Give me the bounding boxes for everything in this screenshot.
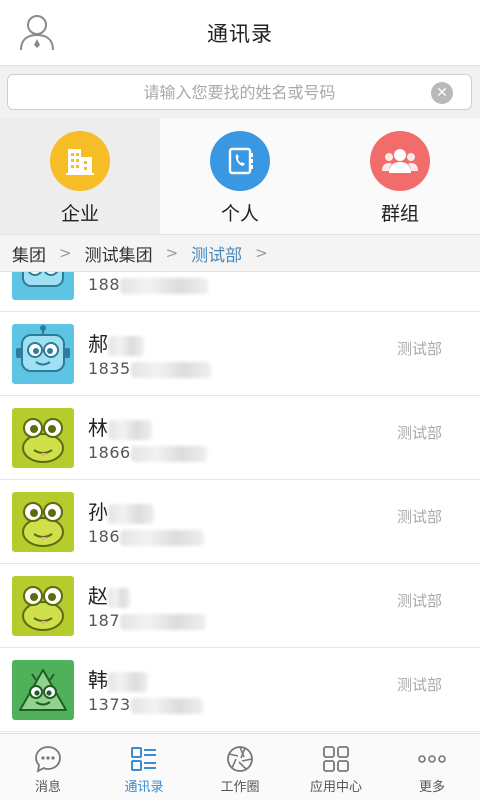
tab-label: 消息 — [34, 780, 61, 795]
tab-more[interactable]: 更多 — [384, 734, 480, 800]
breadcrumb-item-group[interactable]: 集团 — [12, 241, 46, 266]
breadcrumb-item-test-group[interactable]: 测试集团 — [85, 241, 153, 266]
frog-avatar-icon — [12, 576, 74, 636]
grid-apps-icon — [321, 744, 351, 774]
contact-row[interactable]: 林 1866 测试部 — [0, 396, 480, 480]
search-input[interactable] — [49, 82, 430, 102]
contacts-list-icon — [129, 744, 159, 774]
tab-label: 通讯录 — [124, 780, 164, 795]
tab-work-circle[interactable]: 工作圈 — [192, 734, 288, 800]
contact-phone: 1835 — [88, 359, 211, 378]
frog-avatar-icon — [12, 408, 74, 468]
building-icon — [50, 131, 110, 191]
contact-dept: 测试部 — [396, 592, 442, 610]
contact-row[interactable]: 188 — [0, 272, 480, 312]
contact-list[interactable]: 188 郝 1835 测试部 林 1866 测试部 孙 186 测试部 赵 18… — [0, 272, 480, 733]
category-label: 个人 — [220, 203, 259, 225]
chat-bubble-icon — [33, 744, 63, 774]
chevron-right-icon: > — [59, 244, 72, 262]
contact-phone: 187 — [88, 611, 207, 630]
contact-row[interactable]: 郝 1835 测试部 — [0, 312, 480, 396]
category-groups[interactable]: 群组 — [320, 118, 480, 234]
group-icon — [370, 131, 430, 191]
category-label: 群组 — [380, 203, 419, 225]
top-bar: 通讯录 — [0, 0, 480, 66]
contact-dept: 测试部 — [396, 424, 442, 442]
robot-avatar-icon — [12, 272, 74, 300]
tab-messages[interactable]: 消息 — [0, 734, 96, 800]
tab-label: 工作圈 — [220, 780, 260, 795]
contact-name: 孙 — [88, 496, 154, 525]
category-label: 企业 — [60, 203, 99, 225]
chevron-right-icon: > — [165, 244, 179, 262]
contact-name: 韩 — [88, 664, 148, 693]
aperture-icon — [225, 744, 255, 774]
chevron-right-icon: > — [255, 244, 268, 262]
category-personal[interactable]: 个人 — [160, 118, 320, 234]
page-title: 通讯录 — [207, 21, 273, 46]
frog-avatar-icon — [12, 492, 74, 552]
phonebook-icon — [210, 131, 270, 191]
tab-label: 应用中心 — [309, 780, 362, 795]
clear-icon[interactable]: ✕ — [431, 82, 453, 104]
contact-name: 林 — [88, 412, 152, 441]
contact-dept: 测试部 — [396, 340, 442, 358]
category-enterprise[interactable]: 企业 — [0, 118, 160, 234]
search-box: ✕ — [7, 74, 472, 110]
contact-dept: 测试部 — [396, 676, 442, 694]
more-dots-icon — [417, 744, 447, 774]
monster-avatar-icon — [12, 660, 74, 720]
contact-name: 赵 — [88, 580, 130, 609]
robot-avatar-icon — [12, 324, 74, 384]
category-strip: 企业 个人 群组 — [0, 118, 480, 234]
search-area: ✕ — [0, 66, 480, 118]
contact-phone: 186 — [88, 527, 205, 546]
breadcrumb-item-test-dept[interactable]: 测试部 — [191, 241, 242, 266]
tab-app-center[interactable]: 应用中心 — [288, 734, 384, 800]
contact-phone: 1373 — [88, 695, 203, 714]
user-avatar-icon[interactable] — [18, 12, 56, 52]
contact-phone: 188 — [88, 275, 209, 294]
tab-label: 更多 — [418, 780, 445, 795]
breadcrumb: 集团 > 测试集团 > 测试部 > — [0, 234, 480, 272]
contact-row[interactable]: 赵 187 测试部 — [0, 564, 480, 648]
contact-name: 郝 — [88, 328, 144, 357]
contact-row[interactable]: 孙 186 测试部 — [0, 480, 480, 564]
contact-row[interactable]: 韩 1373 测试部 — [0, 648, 480, 732]
bottom-tab-bar: 消息 通讯录 工作圈 应用中心 更多 — [0, 733, 480, 800]
contact-phone: 1866 — [88, 443, 207, 462]
tab-contacts[interactable]: 通讯录 — [96, 734, 192, 800]
contact-dept: 测试部 — [396, 508, 442, 526]
